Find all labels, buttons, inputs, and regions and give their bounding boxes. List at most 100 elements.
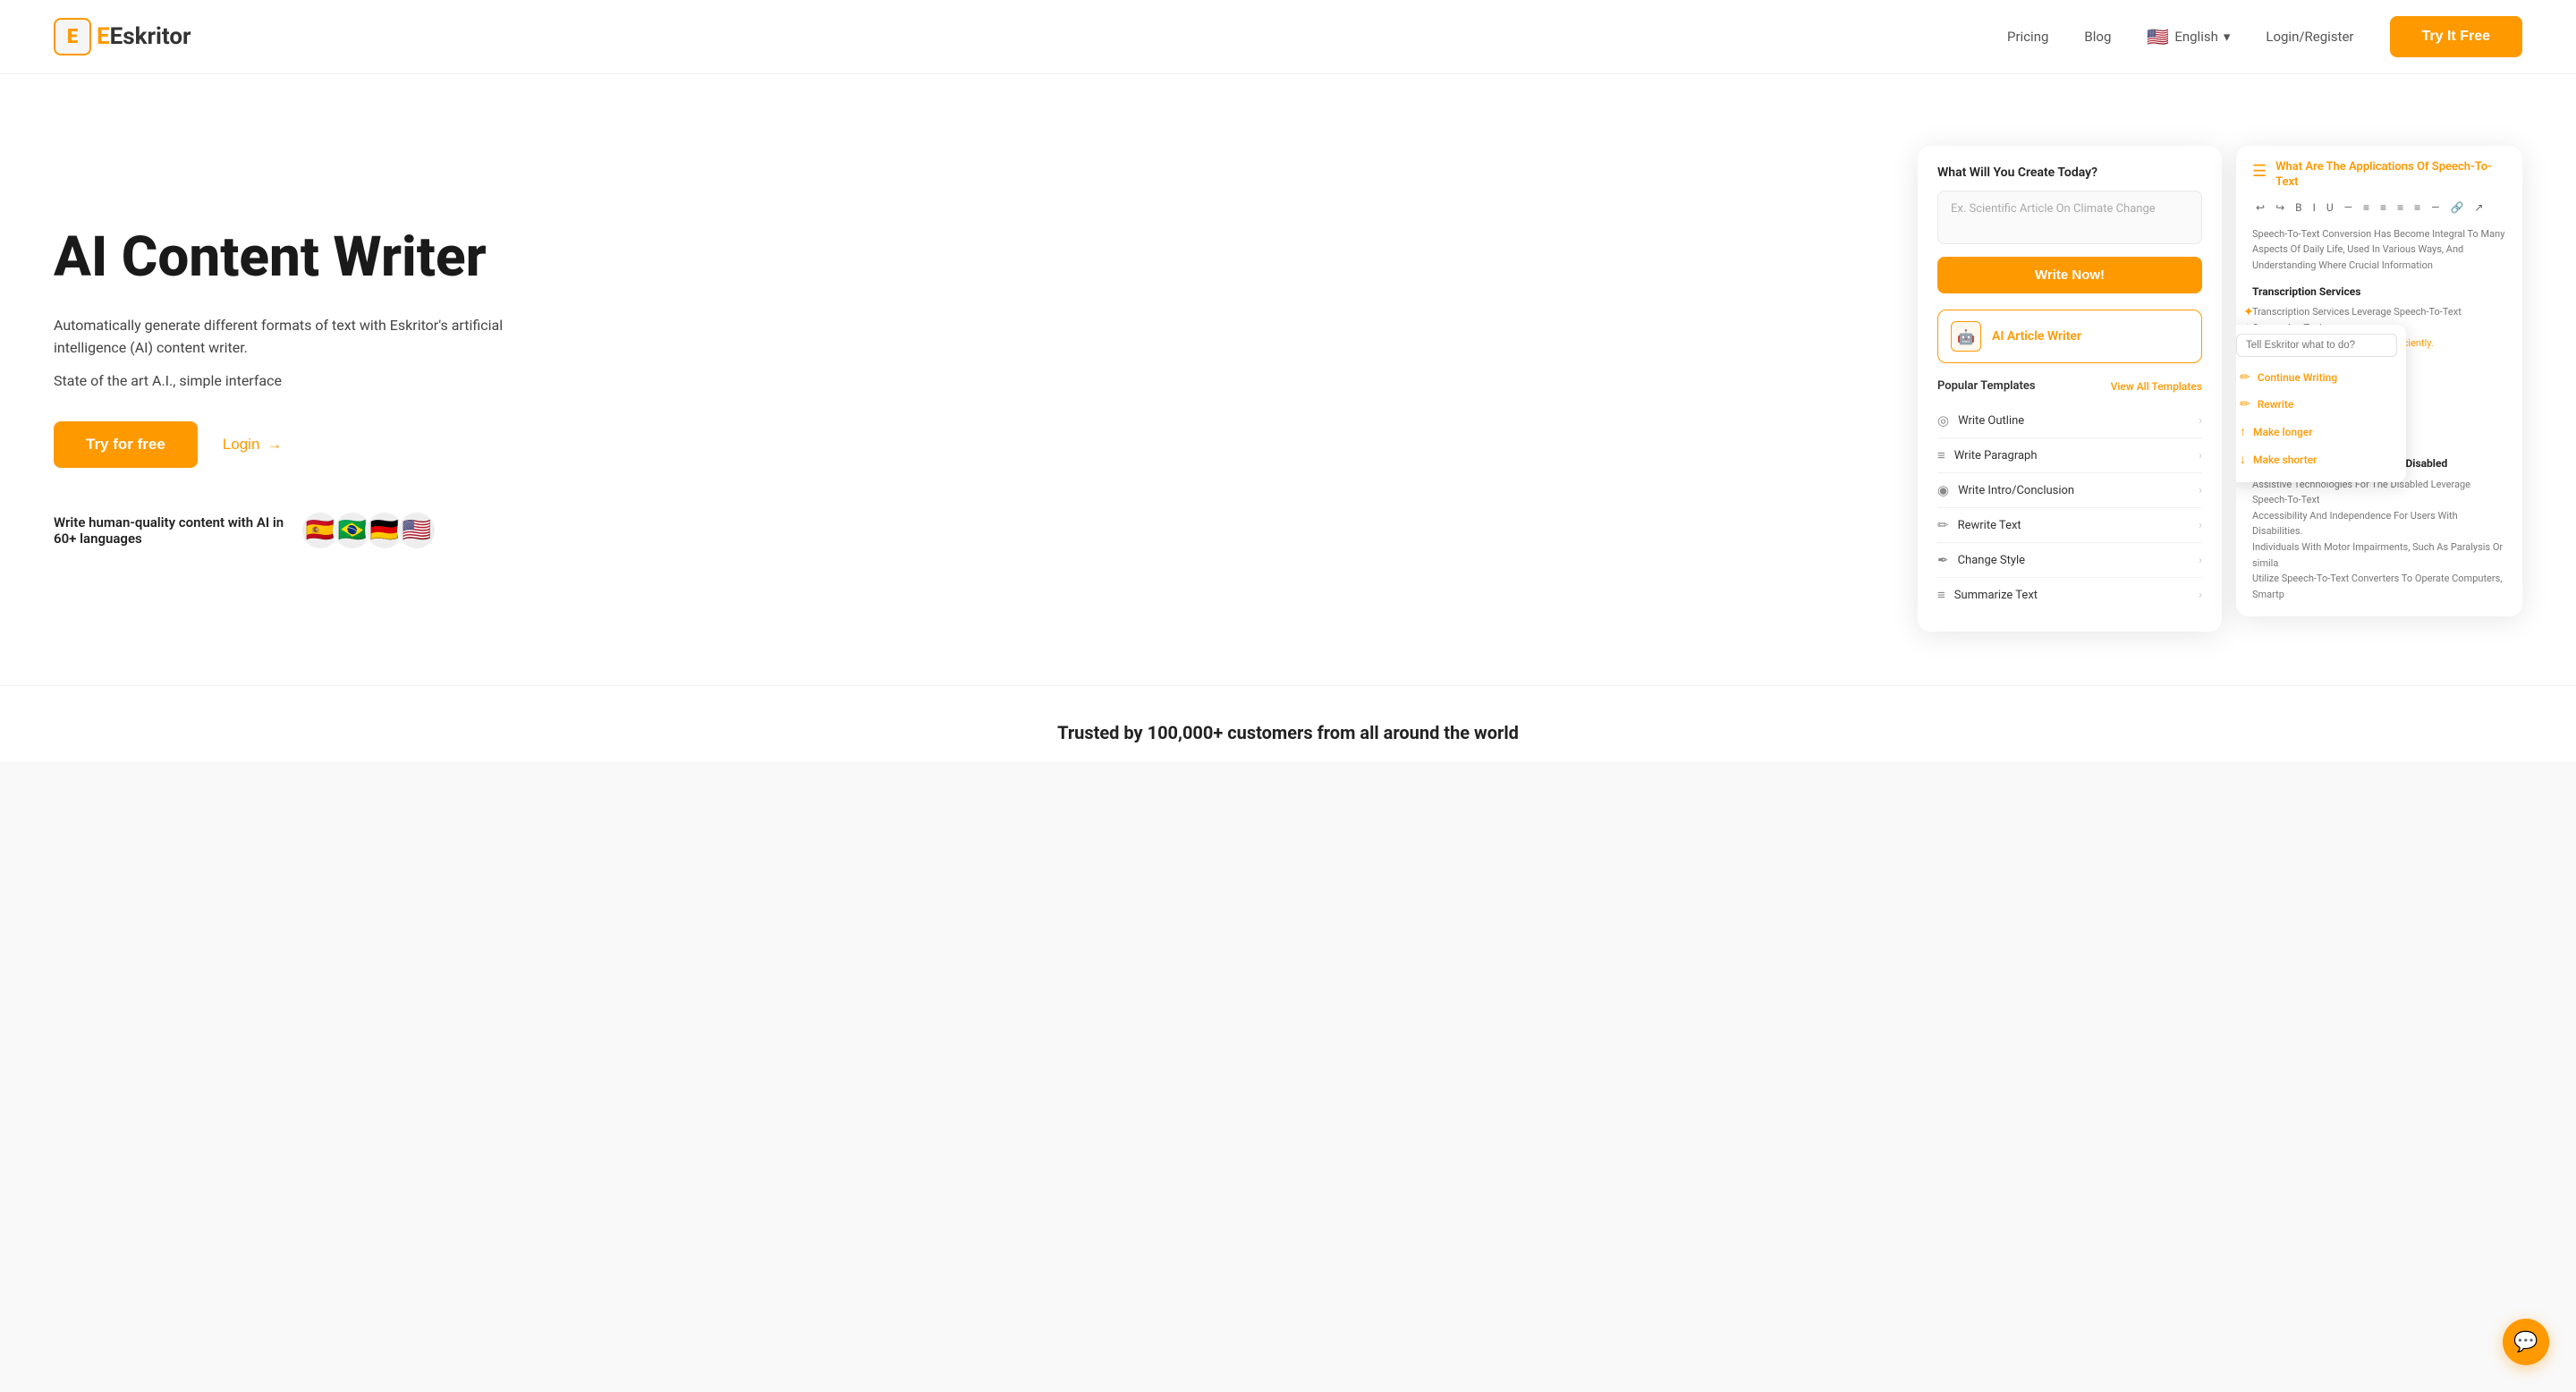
editor-title: What Are The Applications Of Speech-To-T… (2275, 160, 2506, 191)
language-label: English (2174, 29, 2218, 45)
flags-row: 🇪🇸 🇧🇷 🇩🇪 🇺🇸 (301, 511, 436, 550)
template-label: Rewrite Text (1958, 519, 2021, 532)
arrow-up-icon: ↑ (2240, 424, 2246, 439)
template-item[interactable]: ◎ Write Outline › (1937, 403, 2202, 438)
template-item[interactable]: ◉ Write Intro/Conclusion › (1937, 473, 2202, 508)
template-icon: ◎ (1937, 412, 1949, 429)
nav-language[interactable]: 🇺🇸 English ▾ (2147, 26, 2230, 47)
rewrite-option[interactable]: ✏ Rewrite (2236, 391, 2406, 418)
rewrite-icon: ✏ (2240, 397, 2250, 412)
navbar: E EEskritor Pricing Blog 🇺🇸 English ▾ Lo… (0, 0, 2576, 74)
continue-writing-label: Continue Writing (2258, 371, 2337, 384)
editor-card: ☰ What Are The Applications Of Speech-To… (2236, 146, 2522, 616)
pencil-icon: ✏ (2240, 370, 2250, 385)
make-shorter-label: Make shorter (2253, 454, 2317, 466)
template-icon: ✒ (1937, 552, 1949, 568)
section7-text4: Utilize Speech-To-Text Converters To Ope… (2252, 571, 2506, 602)
nav-blog[interactable]: Blog (2084, 29, 2111, 45)
editor-toolbar: ↩↪BIU—≡≡≡≡—🔗↗ (2252, 199, 2506, 216)
language-flag: 🇺🇸 (2147, 26, 2169, 47)
hero-section: AI Content Writer Automatically generate… (0, 74, 2576, 685)
template-icon: ≡ (1937, 587, 1945, 603)
toolbar-button[interactable]: ≡ (2360, 199, 2373, 216)
template-label: Summarize Text (1954, 589, 2038, 602)
write-now-button[interactable]: Write Now! (1937, 257, 2202, 293)
templates-list: ◎ Write Outline › ≡ Write Paragraph › ◉ … (1937, 403, 2202, 612)
sparkle-icon: ✦ (2243, 305, 2254, 319)
toolbar-button[interactable]: I (2309, 199, 2319, 216)
toolbar-button[interactable]: — (2428, 199, 2443, 216)
make-shorter-option[interactable]: ↓ Make shorter (2236, 446, 2406, 473)
chevron-right-icon: › (2199, 554, 2202, 567)
hero-languages: Write human-quality content with AI in 6… (54, 511, 555, 550)
toolbar-button[interactable]: B (2292, 199, 2305, 216)
toolbar-button[interactable]: ↪ (2272, 199, 2288, 216)
template-label: Write Intro/Conclusion (1958, 484, 2074, 497)
chat-button[interactable]: 💬 (2503, 1319, 2549, 1365)
chevron-right-icon: › (2199, 484, 2202, 497)
trusted-text: Trusted by 100,000+ customers from all a… (54, 722, 2522, 743)
chevron-right-icon: › (2199, 414, 2202, 428)
template-item[interactable]: ≡ Summarize Text › (1937, 578, 2202, 612)
chevron-down-icon: ▾ (2224, 29, 2231, 45)
chevron-right-icon: › (2199, 519, 2202, 532)
chevron-right-icon: › (2199, 589, 2202, 602)
continue-writing-option[interactable]: ✏ Continue Writing (2236, 364, 2406, 391)
ai-popup: ✏ Continue Writing ✏ Rewrite ↑ Make long… (2236, 325, 2406, 482)
hero-title: AI Content Writer (54, 227, 555, 288)
toolbar-button[interactable]: ≡ (2377, 199, 2390, 216)
nav-login[interactable]: Login/Register (2266, 29, 2353, 45)
toolbar-button[interactable]: ≡ (2411, 199, 2424, 216)
templates-header: Popular Templates View All Templates (1937, 379, 2202, 393)
languages-text: Write human-quality content with AI in 6… (54, 514, 286, 547)
make-longer-label: Make longer (2253, 426, 2313, 438)
template-item[interactable]: ≡ Write Paragraph › (1937, 438, 2202, 473)
hero-description: Automatically generate different formats… (54, 314, 555, 360)
editor-header: ☰ What Are The Applications Of Speech-To… (2252, 160, 2506, 191)
toolbar-button[interactable]: ↗ (2470, 199, 2487, 216)
flag-usa: 🇺🇸 (397, 511, 436, 550)
logo-icon: E (54, 18, 91, 55)
toolbar-button[interactable]: ↩ (2252, 199, 2268, 216)
ai-popup-input[interactable] (2236, 334, 2397, 357)
arrow-down-icon: ↓ (2240, 452, 2246, 467)
toolbar-button[interactable]: U (2323, 199, 2337, 216)
toolbar-button[interactable]: ≡ (2394, 199, 2407, 216)
hero-right: What Will You Create Today? Ex. Scientif… (1918, 146, 2522, 632)
templates-title: Popular Templates (1937, 379, 2036, 393)
rewrite-label: Rewrite (2258, 398, 2294, 411)
feature-label: AI Article Writer (1992, 329, 2081, 344)
nav-pricing[interactable]: Pricing (2007, 29, 2048, 45)
nav-try-free-button[interactable]: Try It Free (2390, 16, 2522, 57)
template-icon: ✏ (1937, 517, 1949, 533)
template-item[interactable]: ✏ Rewrite Text › (1937, 508, 2202, 543)
logo[interactable]: E EEskritor (54, 18, 191, 55)
toolbar-button[interactable]: — (2341, 199, 2356, 216)
ai-article-writer-feature[interactable]: 🤖 AI Article Writer (1937, 310, 2202, 363)
chat-icon: 💬 (2513, 1331, 2538, 1354)
ai-icon: 🤖 (1951, 321, 1981, 352)
try-free-button[interactable]: Try for free (54, 421, 198, 468)
logo-name: EEskritor (97, 23, 191, 50)
template-label: Write Outline (1958, 414, 2024, 428)
section1-title: Transcription Services (2252, 283, 2506, 301)
writer-card-input[interactable]: Ex. Scientific Article On Climate Change (1937, 191, 2202, 244)
make-longer-option[interactable]: ↑ Make longer (2236, 418, 2406, 446)
trusted-section: Trusted by 100,000+ customers from all a… (0, 686, 2576, 761)
nav-links: Pricing Blog 🇺🇸 English ▾ Login/Register… (2007, 16, 2522, 57)
template-icon: ◉ (1937, 482, 1949, 498)
view-all-templates[interactable]: View All Templates (2111, 380, 2202, 393)
writer-card-title: What Will You Create Today? (1937, 166, 2202, 180)
menu-icon: ☰ (2252, 162, 2267, 181)
editor-intro: Speech-To-Text Conversion Has Become Int… (2252, 226, 2506, 274)
hero-subtitle: State of the art A.I., simple interface (54, 372, 555, 389)
section7-text3: Individuals With Motor Impairments, Such… (2252, 539, 2506, 571)
template-item[interactable]: ✒ Change Style › (1937, 543, 2202, 578)
template-label: Change Style (1958, 554, 2025, 567)
template-label: Write Paragraph (1954, 449, 2038, 463)
login-button[interactable]: Login → (223, 436, 283, 454)
hero-buttons: Try for free Login → (54, 421, 555, 468)
login-label: Login (223, 436, 260, 454)
toolbar-button[interactable]: 🔗 (2446, 199, 2467, 216)
template-icon: ≡ (1937, 447, 1945, 463)
